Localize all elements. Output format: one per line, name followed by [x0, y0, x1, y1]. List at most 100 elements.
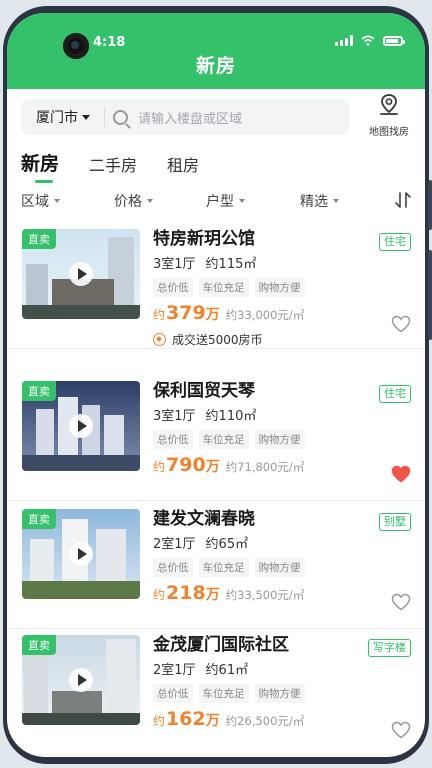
property-type-badge: 写字楼 — [368, 639, 411, 657]
listing-info: 建发文澜春晓 别墅 2室1厅 约65㎡ 总价低 车位充足 购物方便 约 218 — [153, 507, 411, 604]
play-icon[interactable] — [69, 668, 93, 692]
category-tabs: 新房 二手房 租房 — [21, 149, 199, 183]
map-pin-icon — [380, 94, 398, 115]
filter-layout[interactable]: 户型 — [206, 191, 245, 211]
app-header: 4:18 新房 — [7, 13, 425, 89]
price-unit: 万 — [205, 459, 220, 475]
filter-price[interactable]: 价格 — [114, 191, 153, 211]
city-label: 厦门市 — [36, 110, 78, 126]
play-icon[interactable] — [69, 414, 93, 438]
search-box[interactable]: 厦门市 请输入楼盘或区域 — [21, 99, 349, 135]
triangle-down-icon — [333, 199, 339, 203]
direct-sale-tag: 直卖 — [22, 635, 56, 655]
filter-layout-label: 户型 — [206, 194, 234, 210]
direct-sale-tag: 直卖 — [22, 381, 56, 401]
price-prefix: 约 — [153, 588, 166, 602]
favorite-heart-icon[interactable] — [391, 315, 411, 333]
price-unit: 万 — [205, 713, 220, 729]
favorite-heart-icon[interactable] — [391, 465, 411, 483]
price-prefix: 约 — [153, 308, 166, 322]
listing-image[interactable]: 直卖 — [22, 509, 140, 599]
favorite-heart-icon[interactable] — [391, 593, 411, 611]
direct-sale-tag: 直卖 — [22, 509, 56, 529]
listing-info: 特房新玥公馆 住宅 3室1厅 约115㎡ 总价低 车位充足 购物方便 约 379 — [153, 227, 411, 348]
total-price: 379 — [166, 302, 206, 324]
signal-icon — [335, 35, 353, 46]
total-price: 218 — [166, 582, 206, 604]
status-time: 4:18 — [93, 35, 126, 50]
triangle-down-icon — [239, 199, 245, 203]
filter-featured-label: 精选 — [300, 194, 328, 210]
feature-tag: 购物方便 — [254, 278, 305, 297]
filter-area[interactable]: 区域 — [21, 191, 60, 211]
price-unit: 万 — [205, 587, 220, 603]
search-row: 厦门市 请输入楼盘或区域 地图找房 — [21, 94, 411, 138]
listing-name: 特房新玥公馆 — [153, 229, 255, 249]
price-prefix: 约 — [153, 714, 166, 728]
caret-down-icon — [82, 114, 90, 120]
listing-area: 约61㎡ — [205, 663, 249, 678]
listing-rooms: 3室1厅 — [153, 257, 196, 272]
triangle-down-icon — [54, 199, 60, 203]
filter-bar: 区域 价格 户型 精选 — [21, 191, 411, 213]
unit-price: 约71,800元/㎡ — [225, 460, 305, 474]
filter-featured[interactable]: 精选 — [300, 191, 339, 211]
unit-price: 约33,500元/㎡ — [225, 588, 305, 602]
triangle-down-icon — [147, 199, 153, 203]
play-icon[interactable] — [69, 542, 93, 566]
page-title: 新房 — [195, 55, 236, 77]
tab-rental[interactable]: 租房 — [167, 152, 199, 176]
total-price: 790 — [166, 454, 206, 476]
app-screen: 4:18 新房 厦门市 请输入楼盘或区域 地图找房 新房 二手房 租房 区域 价… — [7, 13, 425, 757]
play-icon[interactable] — [69, 262, 93, 286]
status-icons — [335, 35, 405, 46]
map-search-label: 地图找房 — [369, 127, 409, 138]
sort-icon[interactable] — [395, 191, 411, 209]
listing-card[interactable]: 直卖 建发文澜春晓 别墅 2室1厅 约65㎡ 总价低 车位充足 购物方便 约 2… — [7, 501, 425, 629]
search-icon — [113, 109, 128, 125]
feature-tag: 车位充足 — [198, 278, 249, 297]
feature-tag: 总价低 — [153, 558, 193, 577]
listing-card[interactable]: 直卖 特房新玥公馆 住宅 3室1厅 约115㎡ 总价低 车位充足 购物方便 约 … — [7, 221, 425, 349]
feature-tag: 车位充足 — [198, 430, 249, 449]
listing-area: 约110㎡ — [205, 409, 257, 424]
listing-image[interactable]: 直卖 — [22, 635, 140, 725]
feature-tag: 购物方便 — [254, 430, 305, 449]
property-type-badge: 住宅 — [379, 385, 411, 403]
listing-name: 建发文澜春晓 — [153, 509, 255, 529]
feature-tag: 总价低 — [153, 430, 193, 449]
favorite-heart-icon[interactable] — [391, 721, 411, 739]
search-input[interactable]: 请输入楼盘或区域 — [138, 108, 242, 127]
listing-info: 金茂厦门国际社区 写字楼 2室1厅 约61㎡ 总价低 车位充足 购物方便 约 1… — [153, 633, 411, 730]
tab-new-homes[interactable]: 新房 — [21, 149, 59, 183]
listing-rooms: 2室1厅 — [153, 663, 196, 678]
listing-area: 约115㎡ — [205, 257, 257, 272]
tab-second-hand[interactable]: 二手房 — [89, 152, 137, 176]
filter-price-label: 价格 — [114, 194, 142, 210]
city-selector[interactable]: 厦门市 — [21, 107, 105, 127]
promo-banner: 成交送5000房币 — [153, 331, 411, 348]
listing-card[interactable]: 直卖 金茂厦门国际社区 写字楼 2室1厅 约61㎡ 总价低 车位充足 购物方便 — [7, 627, 425, 755]
price-prefix: 约 — [153, 460, 166, 474]
listing-rooms: 3室1厅 — [153, 409, 196, 424]
listing-area: 约65㎡ — [205, 537, 249, 552]
promo-text: 成交送5000房币 — [172, 333, 263, 347]
listing-image[interactable]: 直卖 — [22, 381, 140, 471]
feature-tag: 总价低 — [153, 684, 193, 703]
map-search-button[interactable]: 地图找房 — [363, 93, 415, 138]
listing-rooms: 2室1厅 — [153, 537, 196, 552]
listing-image[interactable]: 直卖 — [22, 229, 140, 319]
battery-icon — [383, 35, 405, 46]
unit-price: 约33,000元/㎡ — [225, 308, 305, 322]
feature-tag: 车位充足 — [198, 684, 249, 703]
unit-price: 约26,500元/㎡ — [225, 714, 305, 728]
coin-icon — [153, 333, 166, 346]
listing-info: 保利国贸天琴 住宅 3室1厅 约110㎡ 总价低 车位充足 购物方便 约 790 — [153, 379, 411, 476]
phone-mockup: 4:18 新房 厦门市 请输入楼盘或区域 地图找房 新房 二手房 租房 区域 价… — [0, 0, 432, 768]
direct-sale-tag: 直卖 — [22, 229, 56, 249]
listing-name: 保利国贸天琴 — [153, 381, 255, 401]
total-price: 162 — [166, 708, 206, 730]
property-type-badge: 住宅 — [379, 233, 411, 251]
price-unit: 万 — [205, 307, 220, 323]
listing-card[interactable]: 直卖 保利国贸天琴 住宅 3室1厅 约110㎡ 总价低 车位充足 购物方便 约 … — [7, 373, 425, 501]
